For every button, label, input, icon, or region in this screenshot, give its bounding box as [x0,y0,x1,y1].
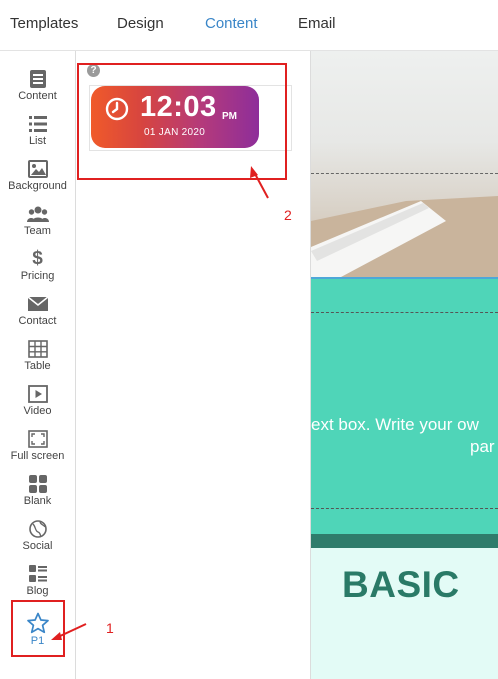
divider [311,508,498,509]
sidebar-item-label: Background [8,180,67,192]
sidebar-item-video[interactable]: Video [0,384,75,428]
sidebar-item-social[interactable]: Social [0,519,75,563]
sidebar-item-label: Social [22,540,53,552]
envelope-icon [27,294,49,314]
divider [311,312,498,313]
sidebar-item-label: List [28,135,47,147]
sidebar-item-label: Table [24,360,51,372]
hero-text[interactable]: ext box. Write your ow par [311,415,498,457]
content-icon [27,69,49,89]
fullscreen-icon [27,429,49,449]
sidebar-item-label: Content [18,90,57,102]
sidebar-item-blank[interactable]: Blank [0,474,75,518]
annotation-box-p1 [11,600,65,657]
annotation-marker-2: 2 [284,207,292,223]
annotation-box-widget [77,63,287,180]
sidebar-item-full-screen[interactable]: Full screen [0,429,75,473]
tab-templates[interactable]: Templates [10,15,78,32]
pricing-title[interactable]: BASIC [342,564,460,606]
sidebar-item-label: Contact [18,315,57,327]
top-navigation: Templates Design Content Email [0,0,498,51]
sidebar-item-label: Video [23,405,52,417]
annotation-marker-1: 1 [106,620,114,636]
play-icon [27,384,49,404]
sidebar-item-label: Blog [26,585,49,597]
list-icon [27,114,49,134]
image-icon [27,159,49,179]
sidebar-item-content[interactable]: Content [0,69,75,113]
sidebar-item-label: Blank [23,495,52,507]
sidebar-item-label: Full screen [10,450,65,462]
table-icon [27,339,49,359]
hero-section[interactable] [311,279,498,534]
blank-grid-icon [27,474,49,494]
globe-icon [27,519,49,539]
sidebar-item-list[interactable]: List [0,114,75,158]
sidebar-item-label: Pricing [20,270,55,282]
hero-text-line-1: ext box. Write your ow [311,415,479,434]
dollar-icon: $ [32,248,43,269]
sidebar: Content List Background Team $ Pricing C… [0,51,76,679]
sidebar-item-contact[interactable]: Contact [0,294,75,338]
tab-content[interactable]: Content [205,15,258,32]
hero-text-line-2: par [470,437,495,456]
sidebar-item-pricing[interactable]: $ Pricing [0,249,75,293]
blog-icon [27,564,49,584]
sidebar-item-label: Team [24,225,51,237]
page-canvas[interactable]: ext box. Write your ow par BASIC [311,51,498,679]
sidebar-item-table[interactable]: Table [0,339,75,383]
pricing-section[interactable]: BASIC [311,548,498,679]
sidebar-item-team[interactable]: Team [0,204,75,248]
section-band [311,534,498,548]
tab-design[interactable]: Design [117,15,164,32]
team-icon [26,204,49,224]
hero-photo [311,51,498,279]
tab-email[interactable]: Email [298,15,336,32]
sidebar-item-background[interactable]: Background [0,159,75,203]
